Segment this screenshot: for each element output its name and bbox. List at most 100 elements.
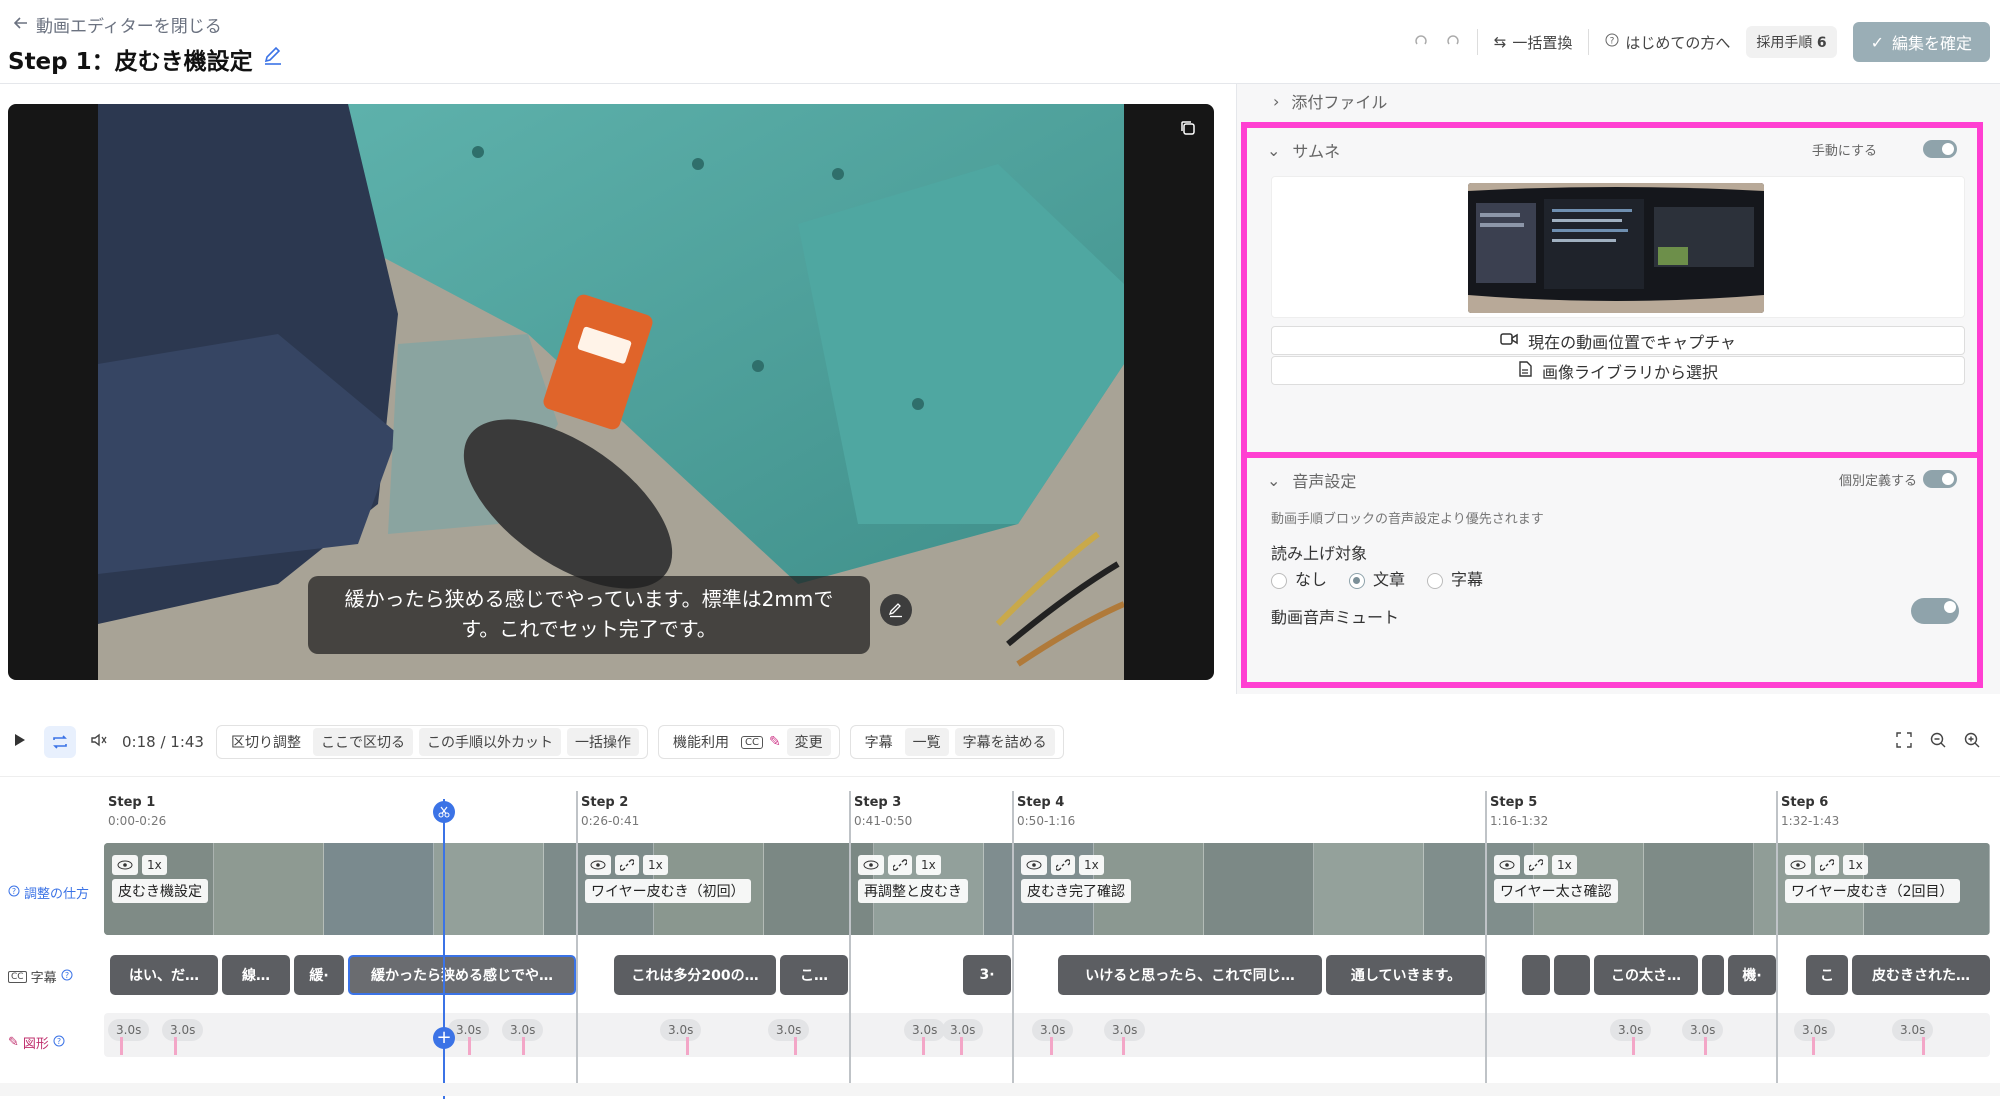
select-from-library-button[interactable]: 画像ライブラリから選択 <box>1271 356 1965 385</box>
volume-icon[interactable] <box>90 732 108 752</box>
compact-subtitles-button[interactable]: 字幕を詰める <box>954 728 1055 756</box>
step-5-label[interactable]: ワイヤー太さ確認 <box>1494 879 1618 903</box>
zoom-out-icon[interactable] <box>1930 732 1946 752</box>
subtitle-chip[interactable]: こ… <box>780 955 848 995</box>
shape-duration-chip[interactable]: 3.0s <box>162 1019 204 1041</box>
visibility-icon[interactable] <box>1785 855 1811 875</box>
read-target-subtitles[interactable]: 字幕 <box>1427 566 1483 590</box>
link-icon[interactable] <box>1815 855 1839 875</box>
shape-duration-chip[interactable]: 3.0s <box>1610 1019 1652 1041</box>
shape-duration-chip[interactable]: 3.0s <box>108 1019 150 1041</box>
subtitle-chip[interactable]: 線… <box>222 955 290 995</box>
read-target-none[interactable]: なし <box>1271 566 1327 590</box>
scissors-icon[interactable] <box>433 801 455 823</box>
video-caption[interactable]: 緩かったら狭める感じでやっています。標準は2mmです。これでセット完了です。 <box>308 576 870 654</box>
step-divider[interactable] <box>1485 791 1487 1091</box>
step-2-label[interactable]: ワイヤー皮むき（初回） <box>585 879 751 903</box>
subtitle-chip[interactable] <box>1554 955 1590 995</box>
subtitle-chip[interactable]: いけると思ったら、これで同じ… <box>1058 955 1322 995</box>
shape-marker[interactable] <box>1812 1037 1815 1055</box>
add-shape-icon[interactable]: + <box>433 1027 455 1049</box>
link-icon[interactable] <box>1524 855 1548 875</box>
loop-icon[interactable] <box>44 726 76 758</box>
subtitle-chip[interactable]: はい、だ… <box>110 955 218 995</box>
subtitle-chip[interactable]: これは多分200の… <box>614 955 776 995</box>
cc-icon[interactable]: CC <box>740 735 763 749</box>
subtitle-chip[interactable] <box>1702 955 1724 995</box>
shape-duration-chip[interactable]: 3.0s <box>768 1019 810 1041</box>
shape-marker[interactable] <box>794 1037 797 1055</box>
link-icon[interactable] <box>888 855 912 875</box>
link-icon[interactable] <box>1051 855 1075 875</box>
shape-marker[interactable] <box>1122 1037 1125 1055</box>
confirm-edit-button[interactable]: ✓ 編集を確定 <box>1852 22 1990 62</box>
help-circle-icon[interactable]: ? <box>61 969 73 985</box>
attachments-section[interactable]: › 添付ファイル <box>1273 89 1387 113</box>
visibility-icon[interactable] <box>1021 855 1047 875</box>
shape-marker[interactable] <box>1050 1037 1053 1055</box>
radio-text[interactable] <box>1349 572 1366 589</box>
split-adjust-button[interactable]: 区切り調整 <box>225 728 307 756</box>
speed-tag[interactable]: 1x <box>1552 855 1577 875</box>
video-player[interactable]: 緩かったら狭める感じでやっています。標準は2mmです。これでセット完了です。 <box>8 104 1214 680</box>
shape-marker[interactable] <box>522 1037 525 1055</box>
shape-duration-chip[interactable]: 3.0s <box>1682 1019 1724 1041</box>
speed-tag[interactable]: 1x <box>1079 855 1104 875</box>
timeline-scrollbar[interactable] <box>0 1083 2000 1096</box>
first-time-button[interactable]: ? はじめての方へ <box>1605 32 1730 53</box>
step-6-label[interactable]: ワイヤー皮むき（2回目） <box>1785 879 1960 903</box>
step-divider[interactable] <box>1776 791 1778 1091</box>
link-icon[interactable] <box>615 855 639 875</box>
subtitle-chip[interactable]: 緩· <box>294 955 344 995</box>
custom-define-toggle[interactable] <box>1923 470 1957 488</box>
subtitle-chip[interactable]: 皮むきされた… <box>1852 955 1990 995</box>
step-4-label[interactable]: 皮むき完了確認 <box>1021 879 1131 903</box>
shapes-track[interactable]: 3.0s 3.0s 3.0s 3.0s 3.0s 3.0s 3.0s 3.0s … <box>104 1013 1990 1057</box>
visibility-icon[interactable] <box>858 855 884 875</box>
shape-marker[interactable] <box>1922 1037 1925 1055</box>
copy-frame-icon[interactable] <box>1178 118 1200 140</box>
thumbnail-header[interactable]: ⌄ サムネ <box>1267 138 1340 162</box>
radio-none[interactable] <box>1271 572 1287 589</box>
shape-marker[interactable] <box>468 1037 471 1055</box>
video-audio-mute-toggle[interactable] <box>1911 598 1959 624</box>
capture-current-position-button[interactable]: 現在の動画位置でキャプチャ <box>1271 326 1965 355</box>
subtitle-chip-selected[interactable]: 緩かったら狭める感じでや… <box>348 955 576 995</box>
adjust-howto-link[interactable]: ? 調整の仕方 <box>8 883 89 902</box>
speed-tag[interactable]: 1x <box>643 855 668 875</box>
subtitle-list-button[interactable]: 一覧 <box>904 728 949 756</box>
manual-toggle[interactable] <box>1923 140 1957 158</box>
subtitle-chip[interactable]: 機· <box>1728 955 1776 995</box>
shape-marker[interactable] <box>1632 1037 1635 1055</box>
shape-marker[interactable] <box>174 1037 177 1055</box>
subtitle-chip[interactable] <box>1522 955 1550 995</box>
video-filmstrip[interactable]: 1x 皮むき機設定 1x ワイヤー皮むき（初回） 1x 再調整と皮むき 1x 皮… <box>104 843 1990 935</box>
step-divider[interactable] <box>849 791 851 1091</box>
read-target-text[interactable]: 文章 <box>1349 566 1405 590</box>
step-1-label[interactable]: 皮むき機設定 <box>112 879 208 903</box>
subtitle-chip[interactable]: 通していきます。 <box>1326 955 1486 995</box>
edit-caption-icon[interactable] <box>880 594 912 626</box>
visibility-icon[interactable] <box>1494 855 1520 875</box>
shape-marker[interactable] <box>686 1037 689 1055</box>
subtitle-chip[interactable]: この太さ… <box>1594 955 1698 995</box>
close-editor-link[interactable]: 動画エディターを閉じる <box>13 12 222 37</box>
radio-subtitles[interactable] <box>1427 572 1444 589</box>
shape-marker[interactable] <box>120 1037 123 1055</box>
speed-tag[interactable]: 1x <box>1843 855 1868 875</box>
playhead[interactable] <box>443 799 445 1099</box>
shape-duration-chip[interactable]: 3.0s <box>660 1019 702 1041</box>
undo-icon[interactable] <box>1413 32 1429 52</box>
audio-settings-header[interactable]: ⌄ 音声設定 <box>1267 468 1356 492</box>
speed-tag[interactable]: 1x <box>916 855 941 875</box>
zoom-in-icon[interactable] <box>1964 732 1980 752</box>
step-divider[interactable] <box>576 791 578 1091</box>
redo-icon[interactable] <box>1445 32 1461 52</box>
speed-tag[interactable]: 1x <box>142 855 167 875</box>
shape-marker[interactable] <box>1704 1037 1707 1055</box>
pen-icon[interactable]: ✎ <box>769 734 781 750</box>
play-icon[interactable] <box>14 733 26 751</box>
change-button[interactable]: 変更 <box>786 728 831 756</box>
step-divider[interactable] <box>1012 791 1014 1091</box>
shape-marker[interactable] <box>922 1037 925 1055</box>
